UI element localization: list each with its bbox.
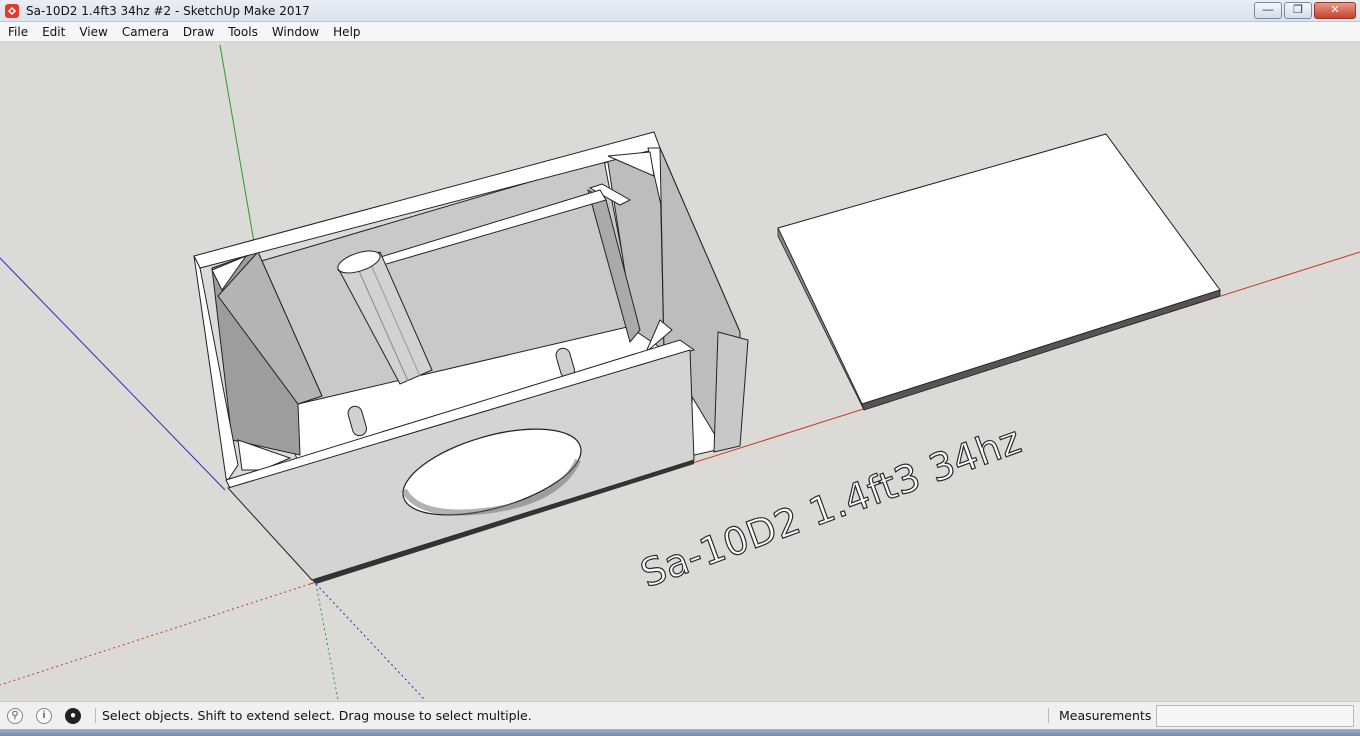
blue-axis [0,257,226,491]
measurements-label: Measurements [1048,708,1151,723]
green-axis-negative [315,583,339,701]
user-account-icon[interactable]: ● [65,707,81,724]
sketchup-logo-icon [5,3,19,18]
window-title-bar[interactable]: Sa-10D2 1.4ft3 34hz #2 - SketchUp Make 2… [0,0,1360,22]
drawing-area[interactable]: Sa-10D2 1.4ft3 34hz [0,42,1360,701]
red-axis-negative [0,583,311,686]
menu-window[interactable]: Window [265,25,326,39]
os-taskbar [0,729,1360,736]
menu-camera[interactable]: Camera [115,25,176,39]
geo-location-icon[interactable]: ⚲ [7,707,23,724]
status-bar: ⚲ i ● Select objects. Shift to extend se… [0,701,1360,729]
green-axis [219,44,256,249]
window-title: Sa-10D2 1.4ft3 34hz #2 - SketchUp Make 2… [26,3,310,18]
menu-help[interactable]: Help [326,25,367,39]
minimize-icon[interactable]: — [1254,2,1282,19]
status-hint: Select objects. Shift to extend select. … [95,708,532,723]
menu-view[interactable]: View [72,25,114,39]
close-icon[interactable]: ✕ [1314,2,1356,19]
menu-draw[interactable]: Draw [176,25,221,39]
credits-icon[interactable]: i [36,707,52,724]
restore-icon[interactable]: ❐ [1284,2,1312,19]
menu-tools[interactable]: Tools [221,25,265,39]
model-canvas[interactable] [0,42,1360,701]
blue-axis-negative [315,583,426,701]
menu-bar: File Edit View Camera Draw Tools Window … [0,22,1360,42]
box-right-brace[interactable] [713,331,749,453]
window-controls: — ❐ ✕ [1254,2,1356,19]
menu-file[interactable]: File [0,25,35,39]
measurements-input[interactable] [1156,705,1354,727]
menu-edit[interactable]: Edit [35,25,72,39]
